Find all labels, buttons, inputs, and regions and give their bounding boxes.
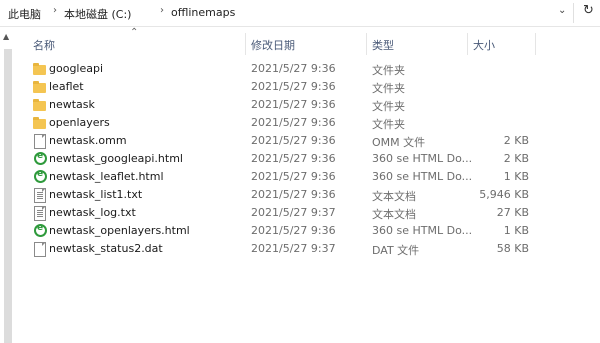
- file-name: openlayers: [49, 116, 110, 129]
- chevron-right-icon[interactable]: ›: [160, 5, 164, 16]
- file-icon: [32, 134, 46, 149]
- file-type: 文本文档: [372, 190, 416, 203]
- file-size: 27 KB: [496, 206, 529, 219]
- file-row[interactable]: newtask_log.txt 2021/5/27 9:37 文本文档 27 K…: [28, 204, 535, 222]
- file-date: 2021/5/27 9:36: [251, 170, 336, 183]
- file-type: 文件夹: [372, 64, 405, 77]
- file-date: 2021/5/27 9:36: [251, 152, 336, 165]
- column-divider[interactable]: [467, 33, 468, 55]
- html-file-icon: e: [32, 223, 47, 238]
- file-row[interactable]: googleapi 2021/5/27 9:36 文件夹: [28, 60, 535, 78]
- file-row[interactable]: leaflet 2021/5/27 9:36 文件夹: [28, 78, 535, 96]
- column-header-modified[interactable]: 修改日期: [251, 37, 295, 53]
- file-size: 1 KB: [503, 224, 529, 237]
- file-name: newtask_googleapi.html: [49, 152, 183, 165]
- address-bar[interactable]: 此电脑 › 本地磁盘 (C:) › offlinemaps ⌄ ↻: [0, 0, 600, 27]
- file-row[interactable]: e newtask_leaflet.html 2021/5/27 9:36 36…: [28, 168, 535, 186]
- html-file-icon: e: [32, 169, 47, 184]
- text-file-icon: [32, 206, 46, 221]
- folder-icon: [32, 98, 46, 112]
- file-type: 文件夹: [372, 82, 405, 95]
- file-size: 5,946 KB: [479, 188, 529, 201]
- column-divider[interactable]: [535, 33, 536, 55]
- column-divider[interactable]: [366, 33, 367, 55]
- file-row[interactable]: e newtask_openlayers.html 2021/5/27 9:36…: [28, 222, 535, 240]
- file-date: 2021/5/27 9:36: [251, 116, 336, 129]
- file-icon: [32, 242, 46, 257]
- breadcrumb-this-pc[interactable]: 此电脑: [8, 6, 41, 22]
- chevron-right-icon[interactable]: ›: [53, 5, 57, 16]
- file-name: newtask.omm: [49, 134, 127, 147]
- file-date: 2021/5/27 9:36: [251, 80, 336, 93]
- file-row[interactable]: newtask.omm 2021/5/27 9:36 OMM 文件 2 KB: [28, 132, 535, 150]
- folder-icon: [32, 116, 46, 130]
- file-date: 2021/5/27 9:37: [251, 242, 336, 255]
- html-file-icon: e: [32, 151, 47, 166]
- file-size: 2 KB: [503, 134, 529, 147]
- file-name: newtask_openlayers.html: [49, 224, 190, 237]
- file-date: 2021/5/27 9:36: [251, 98, 336, 111]
- file-date: 2021/5/27 9:36: [251, 134, 336, 147]
- file-row[interactable]: newtask 2021/5/27 9:36 文件夹: [28, 96, 535, 114]
- file-name: googleapi: [49, 62, 104, 75]
- file-name: leaflet: [49, 80, 84, 93]
- file-row[interactable]: newtask_status2.dat 2021/5/27 9:37 DAT 文…: [28, 240, 535, 258]
- text-file-icon: [32, 188, 46, 203]
- file-date: 2021/5/27 9:36: [251, 62, 336, 75]
- scroll-up-icon[interactable]: ▲: [3, 32, 9, 41]
- file-date: 2021/5/27 9:36: [251, 188, 336, 201]
- file-type: DAT 文件: [372, 244, 420, 257]
- file-type: OMM 文件: [372, 136, 426, 149]
- file-size: 58 KB: [496, 242, 529, 255]
- column-header-size[interactable]: 大小: [473, 37, 495, 53]
- file-name: newtask_status2.dat: [49, 242, 163, 255]
- file-name: newtask: [49, 98, 95, 111]
- file-name: newtask_leaflet.html: [49, 170, 164, 183]
- folder-icon: [32, 62, 46, 76]
- file-row[interactable]: e newtask_googleapi.html 2021/5/27 9:36 …: [28, 150, 535, 168]
- file-type: 360 se HTML Do...: [372, 152, 473, 165]
- column-divider[interactable]: [245, 33, 246, 55]
- file-type: 360 se HTML Do...: [372, 170, 473, 183]
- file-date: 2021/5/27 9:37: [251, 206, 336, 219]
- file-row[interactable]: openlayers 2021/5/27 9:36 文件夹: [28, 114, 535, 132]
- file-name: newtask_log.txt: [49, 206, 136, 219]
- breadcrumb-offlinemaps[interactable]: offlinemaps: [171, 6, 235, 19]
- file-type: 文本文档: [372, 208, 416, 221]
- file-type: 文件夹: [372, 118, 405, 131]
- breadcrumb-local-disk[interactable]: 本地磁盘 (C:): [64, 6, 131, 22]
- file-type: 文件夹: [372, 100, 405, 113]
- address-divider: [573, 3, 574, 23]
- column-header-type[interactable]: 类型: [372, 37, 394, 53]
- file-date: 2021/5/27 9:36: [251, 224, 336, 237]
- folder-icon: [32, 80, 46, 94]
- column-header-name[interactable]: 名称: [33, 37, 55, 53]
- sort-ascending-icon: ⌃: [130, 27, 139, 38]
- refresh-icon[interactable]: ↻: [583, 3, 594, 18]
- file-size: 1 KB: [503, 170, 529, 183]
- scrollbar-thumb[interactable]: [4, 49, 12, 343]
- chevron-down-icon[interactable]: ⌄: [558, 5, 566, 16]
- file-size: 2 KB: [503, 152, 529, 165]
- file-row[interactable]: newtask_list1.txt 2021/5/27 9:36 文本文档 5,…: [28, 186, 535, 204]
- file-type: 360 se HTML Do...: [372, 224, 473, 237]
- file-name: newtask_list1.txt: [49, 188, 143, 201]
